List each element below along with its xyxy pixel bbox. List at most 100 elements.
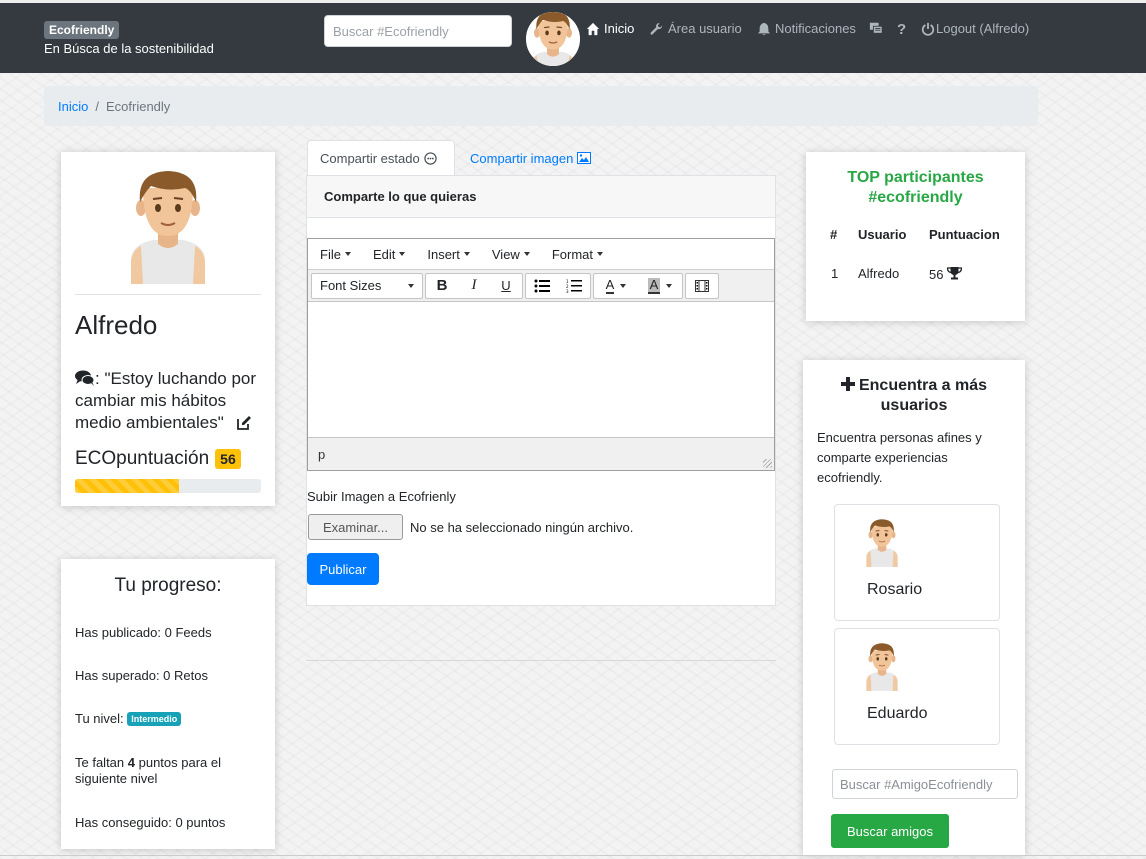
find-friends-button[interactable]: Buscar amigos <box>831 814 949 848</box>
caret-down-icon <box>597 252 603 256</box>
italic-button[interactable]: I <box>458 274 490 298</box>
tab-compartir-estado[interactable]: Compartir estado <box>307 140 455 176</box>
find-users-card: Encuentra a más usuarios Encuentra perso… <box>803 360 1025 855</box>
caret-down-icon <box>344 252 351 256</box>
breadcrumb-home[interactable]: Inicio <box>58 99 88 114</box>
brand-badge[interactable]: Ecofriendly <box>44 21 120 39</box>
top-navbar: Ecofriendly En Búsca de la sostenibilida… <box>0 0 1146 73</box>
nav-help[interactable]: ? <box>897 21 906 38</box>
nav-inicio[interactable]: Inicio <box>586 21 634 36</box>
upload-label: Subir Imagen a Ecofrienly <box>307 489 456 504</box>
column-header-rank: # <box>830 227 838 242</box>
italic-icon: I <box>471 277 477 293</box>
editor-menubar: File Edit Insert View Format <box>308 239 774 270</box>
background-color-button[interactable]: A <box>638 274 682 298</box>
bullet-list-button[interactable] <box>526 274 558 298</box>
eco-score-label: ECOpuntuación <box>75 448 210 469</box>
find-users-description: Encuentra personas afines y comparte exp… <box>817 430 982 485</box>
eco-progress-bar <box>75 479 261 493</box>
user-card-eduardo[interactable]: Eduardo <box>834 628 1000 745</box>
numbered-list-icon: 123 <box>566 279 582 293</box>
post-header: Comparte lo que quieras <box>307 176 775 218</box>
caret-down-icon <box>620 283 627 288</box>
resize-handle[interactable] <box>763 459 772 468</box>
column-header-user: Usuario <box>858 227 907 242</box>
page-bottom-divider <box>0 855 1146 856</box>
post-card: Comparte lo que quieras File Edit Insert Vi… <box>306 175 776 606</box>
row-score-value: 56 <box>929 267 944 282</box>
eco-score-row: ECOpuntuación 56 <box>75 448 241 470</box>
messages-icon <box>869 22 883 34</box>
wrench-icon <box>650 22 663 35</box>
column-header-score: Puntuacion <box>929 227 1000 242</box>
tab-compartir-estado-label: Compartir estado <box>320 151 420 166</box>
menu-edit[interactable]: Edit <box>372 246 406 262</box>
find-title-line2: usuarios <box>880 397 948 414</box>
row-user[interactable]: Alfredo <box>858 266 899 281</box>
bold-button[interactable]: B <box>426 274 458 298</box>
earned-points: Has conseguido: 0 puntos <box>75 815 226 830</box>
help-icon: ? <box>897 21 907 38</box>
color-group: A A <box>593 272 683 299</box>
element-path[interactable]: p <box>318 447 325 462</box>
profile-quote-text: : "Estoy luchando por cambiar mis hábito… <box>75 369 257 432</box>
top-participants-card: TOP participantes #ecofriendly # Usuario… <box>806 152 1025 321</box>
caret-down-icon <box>666 283 673 288</box>
menu-label: View <box>491 246 520 262</box>
menu-label: Insert <box>427 246 460 262</box>
font-sizes-select[interactable]: Font Sizes <box>311 272 423 299</box>
profile-avatar <box>123 166 213 284</box>
user-avatar <box>863 640 901 692</box>
nav-area-usuario-label: Área usuario <box>668 21 742 36</box>
font-sizes-dropdown[interactable]: Font Sizes <box>312 274 422 298</box>
user-card-rosario[interactable]: Rosario <box>834 504 1000 621</box>
power-icon <box>921 22 935 36</box>
editor-toolbar: Font Sizes B I U 123 A A <box>308 270 774 302</box>
find-title-line1: Encuentra a más <box>858 377 988 394</box>
published-feeds: Has publicado: 0 Feeds <box>75 625 212 640</box>
browse-file-button[interactable]: Examinar... <box>308 514 403 540</box>
font-sizes-label: Font Sizes <box>320 278 382 293</box>
underline-button[interactable]: U <box>490 274 522 298</box>
search-input[interactable] <box>324 15 512 47</box>
background-color-icon: A <box>647 276 661 294</box>
menu-insert[interactable]: Insert <box>427 247 470 262</box>
remaining-points-value: 4 <box>127 755 135 770</box>
top-title-line1: TOP participantes <box>847 169 984 186</box>
breadcrumb-separator: / <box>95 98 99 114</box>
text-color-button[interactable]: A <box>594 274 638 298</box>
media-group <box>685 272 719 299</box>
tab-compartir-imagen-label: Compartir imagen <box>470 150 574 166</box>
caret-down-icon <box>463 252 470 256</box>
media-button[interactable] <box>686 274 718 298</box>
level-row: Tu nivel: Intermedio <box>75 711 265 727</box>
user-avatar[interactable] <box>526 12 580 66</box>
menu-label: Edit <box>372 246 396 262</box>
breadcrumb-current: Ecofriendly <box>105 98 171 114</box>
film-icon <box>695 279 709 292</box>
numbered-list-button[interactable]: 123 <box>558 274 590 298</box>
breadcrumb: Inicio / Ecofriendly <box>44 86 1038 126</box>
editor-content-area[interactable] <box>308 302 774 437</box>
top-participants-title: TOP participantes #ecofriendly <box>806 168 1025 208</box>
nav-area-usuario[interactable]: Área usuario <box>650 21 742 36</box>
eco-score-badge: 56 <box>215 449 241 469</box>
plus-icon <box>840 377 855 391</box>
remaining-points: Te faltan 4 puntos para el siguiente niv… <box>75 755 265 787</box>
menu-file[interactable]: File <box>320 247 351 262</box>
level-label: Tu nivel: <box>75 711 124 726</box>
find-friends-input[interactable] <box>832 769 1018 799</box>
menu-view[interactable]: View <box>492 247 530 262</box>
tab-compartir-imagen[interactable]: Compartir imagen <box>470 140 592 176</box>
text-color-icon: A <box>605 276 615 294</box>
menu-format[interactable]: Format <box>552 247 603 262</box>
nav-messages[interactable] <box>869 21 883 35</box>
caret-down-icon <box>399 252 406 256</box>
nav-inicio-label: Inicio <box>604 21 635 36</box>
publish-button[interactable]: Publicar <box>307 553 379 585</box>
nav-notificaciones[interactable]: Notificaciones <box>757 21 856 36</box>
underline-icon: U <box>501 278 511 293</box>
nav-logout[interactable]: Logout (Alfredo) <box>921 21 1029 36</box>
remaining-prefix: Te faltan <box>75 755 128 770</box>
edit-icon[interactable] <box>236 415 252 431</box>
